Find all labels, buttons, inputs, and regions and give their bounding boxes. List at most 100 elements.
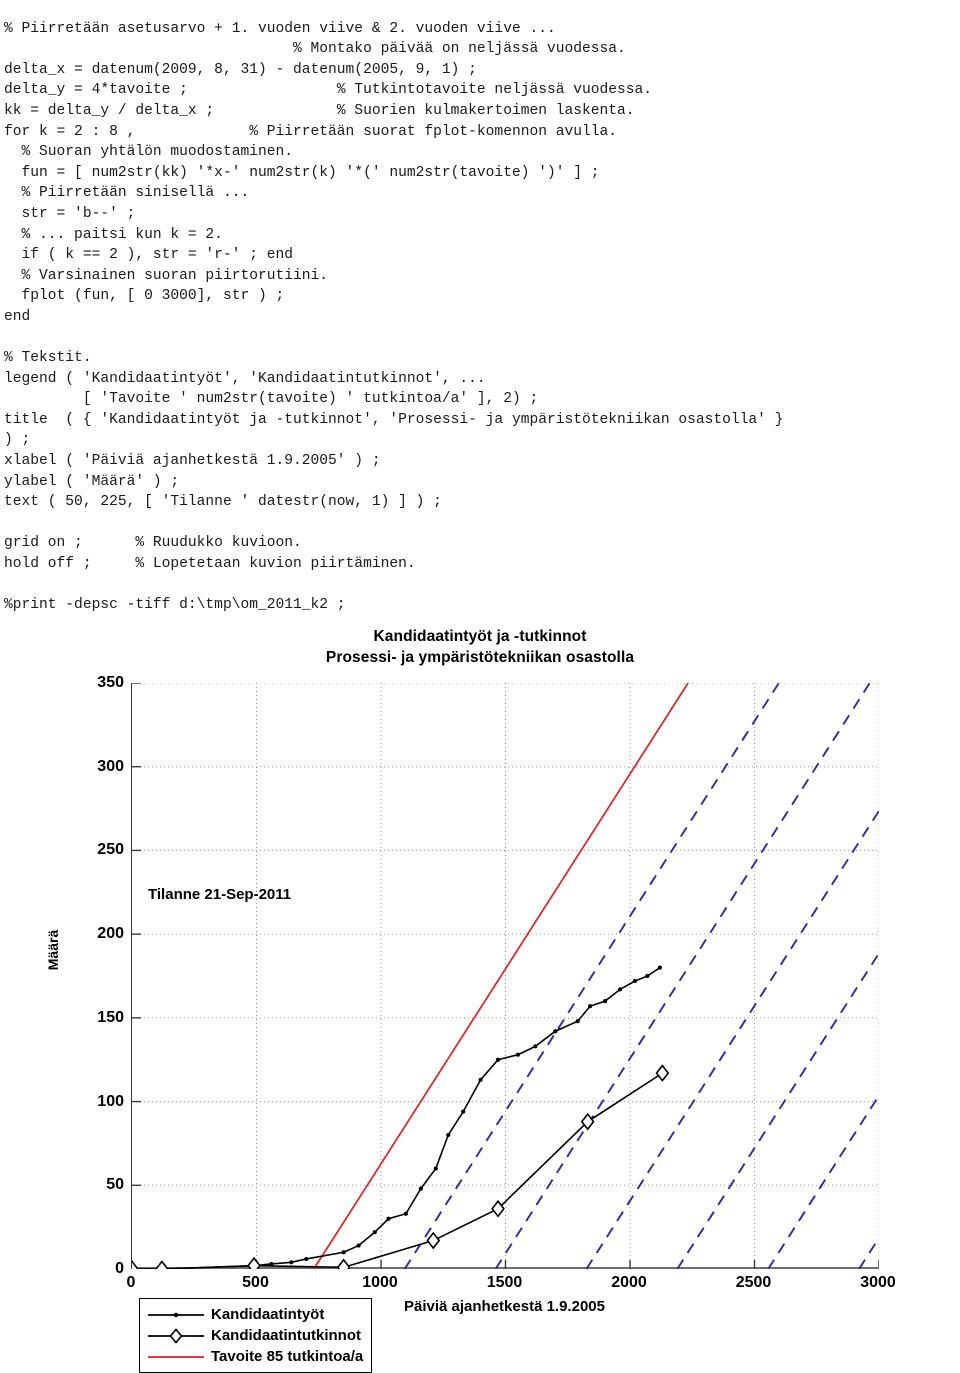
code-line: % Piirretään sinisellä ... [4, 185, 250, 202]
target-lines [313, 683, 879, 1269]
target-line [676, 952, 879, 1269]
data-point-marker [655, 1064, 670, 1082]
data-point-marker [553, 1029, 558, 1034]
y-tick-label: 150 [97, 1008, 124, 1026]
x-tick-label: 2000 [611, 1274, 647, 1291]
legend-item[interactable]: Tavoite 85 tutkintoa/a [146, 1346, 363, 1367]
code-line: str = 'b--' ; [4, 205, 136, 222]
code-line: hold off ; % Lopetetaan kuvion piirtämin… [4, 556, 416, 573]
plot-area [131, 683, 879, 1269]
data-point-marker [632, 978, 638, 984]
chart-title-line1: Kandidaatintyöt ja -tutkinnot [373, 628, 587, 645]
data-point-marker [372, 1230, 377, 1235]
y-tick-label: 300 [97, 757, 124, 775]
y-tick-label: 100 [97, 1092, 124, 1110]
code-line: fun = [ num2str(kk) '*x-' num2str(k) '*(… [4, 164, 600, 181]
code-line: % ... paitsi kun k = 2. [4, 226, 223, 243]
legend-sample-line [146, 1350, 206, 1364]
code-line: delta_y = 4*tavoite ; % Tutkintotavoite … [4, 82, 653, 99]
data-point-marker [403, 1211, 408, 1216]
code-line: [ 'Tavoite ' num2str(tavoite) ' tutkinto… [4, 391, 539, 408]
code-line: % Montako päivää on neljässä vuodessa. [4, 41, 626, 58]
data-point-marker [515, 1052, 521, 1057]
y-tick-label: 350 [97, 674, 124, 691]
y-axis-tick-labels: 0 50 100 150 200 250 300 350 [60, 674, 124, 1277]
y-tick-label: 250 [97, 841, 124, 859]
code-line: text ( 50, 225, [ 'Tilanne ' datestr(now… [4, 494, 442, 511]
data-point-marker [645, 973, 650, 979]
x-tick-label: 2500 [735, 1274, 772, 1291]
target-line [494, 683, 871, 1269]
data-point-marker [461, 1109, 466, 1114]
y-tick-label: 200 [97, 925, 124, 943]
target-line [767, 1094, 879, 1269]
x-tick-label: 1500 [486, 1274, 523, 1291]
code-line: delta_x = datenum(2009, 8, 31) - datenum… [4, 61, 477, 78]
series-line [132, 1072, 663, 1269]
data-point-marker [657, 965, 662, 970]
data-point-marker [580, 1112, 595, 1131]
matlab-code-listing: % Piirretään asetusarvo + 1. vuoden viiv… [0, 15, 960, 616]
code-line: legend ( 'Kandidaatintyöt', 'Kandidaatin… [4, 370, 486, 387]
code-line: ) ; [4, 432, 31, 449]
x-axis-tick-labels: 0 500 1000 1500 2000 2500 3000 [127, 1274, 896, 1298]
data-point-marker [132, 1260, 139, 1269]
data-point-marker [617, 987, 623, 992]
data-point-marker [289, 1260, 294, 1265]
data-point-marker [533, 1044, 538, 1049]
x-tick-label: 1000 [362, 1274, 398, 1291]
code-line: % Varsinainen suoran piirtorutiini. [4, 267, 329, 284]
data-point-marker [575, 1019, 580, 1024]
legend-sample-dot-line [146, 1308, 206, 1322]
code-line: % Piirretään asetusarvo + 1. vuoden viiv… [4, 20, 556, 37]
data-point-marker [304, 1256, 309, 1262]
code-line: % Tekstit. [4, 350, 92, 367]
y-axis-label: Määrä [45, 929, 61, 971]
chart-title-line2: Prosessi- ja ympäristötekniikan osastoll… [325, 649, 635, 666]
data-point-marker [491, 1199, 505, 1218]
x-tick-label: 3000 [860, 1274, 896, 1291]
legend-sample-diamond-line [146, 1327, 206, 1344]
series-line [132, 966, 661, 1269]
target-line [858, 1237, 879, 1269]
data-series [132, 965, 670, 1269]
legend-item[interactable]: Kandidaatintyöt [146, 1304, 363, 1325]
code-line: fplot (fun, [ 0 3000], str ) ; [4, 288, 285, 305]
x-tick-label: 0 [126, 1274, 136, 1291]
code-line: % Suoran yhtälön muodostaminen. [4, 144, 294, 161]
data-point-marker [478, 1077, 483, 1082]
data-point-marker [433, 1166, 438, 1171]
data-point-marker [247, 1256, 261, 1269]
code-line: for k = 2 : 8 , % Piirretään suorat fplo… [4, 123, 618, 140]
plot-canvas [132, 683, 879, 1269]
legend-item[interactable]: Kandidaatintutkinnot [146, 1325, 363, 1346]
figure-panel: Kandidaatintyöt ja -tutkinnot Prosessi- … [0, 612, 960, 1373]
code-line: grid on ; % Ruudukko kuvioon. [4, 535, 302, 552]
status-annotation: Tilanne 21-Sep-2011 [148, 886, 292, 903]
legend-label: Kandidaatintyöt [211, 1306, 325, 1323]
code-line: xlabel ( 'Päiviä ajanhetkestä 1.9.2005' … [4, 453, 381, 470]
data-point-marker [426, 1231, 441, 1250]
target-line [403, 683, 780, 1269]
data-point-marker [495, 1057, 501, 1062]
y-tick-label: 50 [106, 1176, 124, 1194]
chart-title: Kandidaatintyöt ja -tutkinnot Prosessi- … [0, 626, 960, 668]
axis-tick-marks [132, 683, 879, 1269]
x-tick-label: 500 [242, 1274, 269, 1291]
target-line [313, 683, 689, 1269]
grid-lines [132, 683, 879, 1269]
code-line: if ( k == 2 ), str = 'r-' ; end [4, 247, 294, 264]
y-tick-label: 0 [115, 1260, 124, 1277]
data-point-marker [418, 1186, 423, 1191]
code-line: end [4, 308, 31, 325]
data-point-marker [336, 1258, 351, 1269]
chart-legend: Kandidaatintyöt Kandidaatintutkinnot Tavoi… [139, 1298, 373, 1373]
data-point-marker [386, 1216, 391, 1221]
data-point-marker [603, 999, 608, 1004]
data-point-marker [341, 1250, 346, 1255]
legend-label: Tavoite 85 tutkintoa/a [211, 1348, 364, 1365]
data-point-marker [446, 1132, 451, 1138]
code-line: kk = delta_y / delta_x ; % Suorien kulma… [4, 102, 635, 119]
